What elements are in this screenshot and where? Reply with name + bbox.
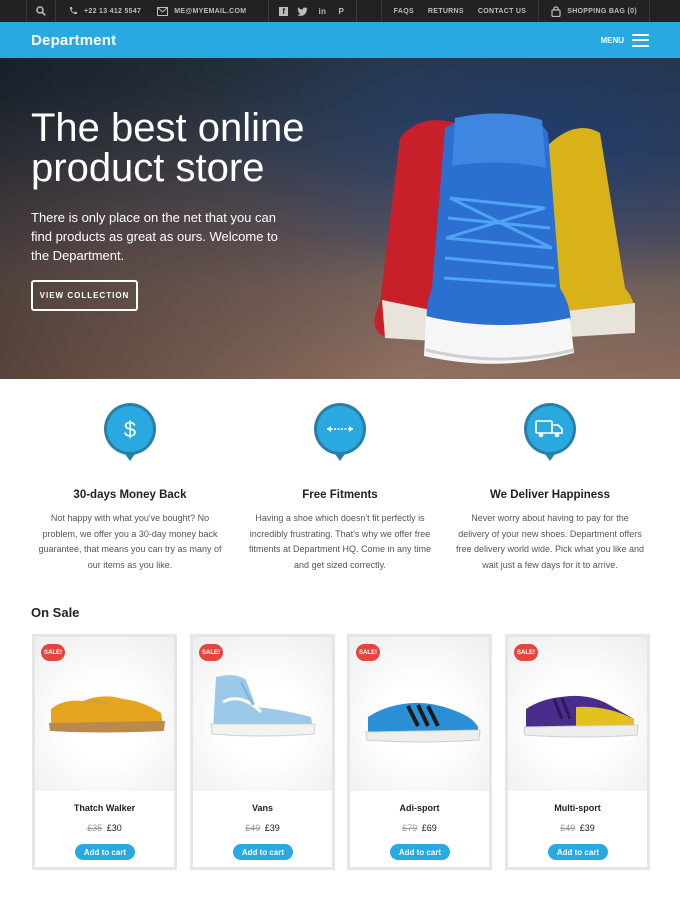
feature-free-fitments: Free Fitments Having a shoe which doesn'… (245, 402, 435, 573)
sale-badge: SALE! (199, 644, 223, 661)
feature-money-back: $ 30-days Money Back Not happy with what… (35, 402, 225, 573)
menu-button[interactable]: MENU (600, 33, 649, 47)
site-header: Department MENU (0, 22, 680, 58)
current-price: £30 (106, 823, 122, 833)
old-price: £49 (245, 823, 261, 833)
current-price: £39 (264, 823, 280, 833)
utility-links: FAQS RETURNS CONTACT US (382, 0, 540, 22)
current-price: £69 (421, 823, 437, 833)
old-price: £49 (560, 823, 576, 833)
current-price: £39 (579, 823, 595, 833)
product-price: £49 £39 (508, 823, 647, 833)
site-logo[interactable]: Department (31, 32, 116, 49)
utility-bar: +22 13 412 5547 ME@MYEMAIL.COM f in P FA… (0, 0, 680, 22)
pinterest-icon[interactable]: P (336, 6, 346, 16)
product-card[interactable]: SALE! Vans £49 £39 Add to cart (190, 634, 335, 870)
mail-icon (157, 6, 169, 16)
truck-icon (524, 403, 576, 461)
hero-description: There is only place on the net that you … (31, 210, 278, 263)
product-card[interactable]: SALE! Thatch Walker £35 £30 Add to cart (32, 634, 177, 870)
utility-bar-spacer (357, 0, 382, 22)
feature-text: Not happy with what you've bought? No pr… (38, 513, 222, 570)
sale-badge: SALE! (41, 644, 65, 661)
product-price: £79 £69 (350, 823, 489, 833)
feature-title: 30-days Money Back (73, 489, 187, 501)
returns-link[interactable]: RETURNS (428, 8, 464, 15)
product-name[interactable]: Adi-sport (350, 803, 489, 813)
add-to-cart-button[interactable]: Add to cart (233, 844, 293, 860)
contact-info: +22 13 412 5547 ME@MYEMAIL.COM (56, 0, 270, 22)
feature-text: Never worry about having to pay for the … (455, 513, 645, 570)
search-icon (36, 6, 46, 16)
product-card[interactable]: SALE! Multi-sport £49 £39 Add to cart (505, 634, 650, 870)
old-price: £79 (402, 823, 418, 833)
feature-title: Free Fitments (302, 489, 378, 501)
old-price: £35 (87, 823, 103, 833)
hamburger-icon (632, 33, 649, 47)
contact-us-link[interactable]: CONTACT US (478, 8, 526, 15)
menu-label: MENU (600, 35, 624, 45)
shopping-bag-label: SHOPPING BAG (0) (567, 7, 637, 15)
on-sale-heading: On Sale (31, 605, 80, 620)
add-to-cart-button[interactable]: Add to cart (390, 844, 450, 860)
product-name[interactable]: Thatch Walker (35, 803, 174, 813)
add-to-cart-button[interactable]: Add to cart (548, 844, 608, 860)
product-card[interactable]: SALE! Adi-sport £79 £69 Add to cart (347, 634, 492, 870)
search-button[interactable] (26, 0, 56, 22)
feature-delivery: We Deliver Happiness Never worry about h… (455, 402, 645, 573)
sale-badge: SALE! (514, 644, 538, 661)
dollar-icon: $ (104, 403, 156, 461)
twitter-icon[interactable] (297, 6, 308, 16)
sale-badge: SALE! (356, 644, 380, 661)
phone-icon (69, 7, 77, 15)
svg-text:$: $ (124, 417, 136, 442)
linkedin-icon[interactable]: in (317, 6, 327, 16)
hero-banner: The best online product store There is o… (0, 58, 680, 379)
bag-icon (551, 5, 561, 17)
feature-text: Having a shoe which doesn't fit perfectl… (248, 513, 432, 570)
facebook-icon[interactable]: f (279, 6, 289, 16)
product-name[interactable]: Vans (193, 803, 332, 813)
add-to-cart-button[interactable]: Add to cart (75, 844, 135, 860)
product-price: £35 £30 (35, 823, 174, 833)
shopping-bag-button[interactable]: SHOPPING BAG (0) (539, 0, 650, 22)
view-collection-button[interactable]: VIEW COLLECTION (31, 280, 138, 311)
hero-title: The best online product store (31, 106, 305, 190)
faqs-link[interactable]: FAQS (394, 8, 414, 15)
sneakers-image (374, 113, 635, 364)
feature-title: We Deliver Happiness (490, 489, 610, 501)
social-links: f in P (269, 0, 358, 22)
arrows-horizontal-icon (314, 403, 366, 461)
phone-number[interactable]: +22 13 412 5547 (84, 8, 141, 15)
email-address[interactable]: ME@MYEMAIL.COM (174, 8, 246, 15)
product-name[interactable]: Multi-sport (508, 803, 647, 813)
product-price: £49 £39 (193, 823, 332, 833)
